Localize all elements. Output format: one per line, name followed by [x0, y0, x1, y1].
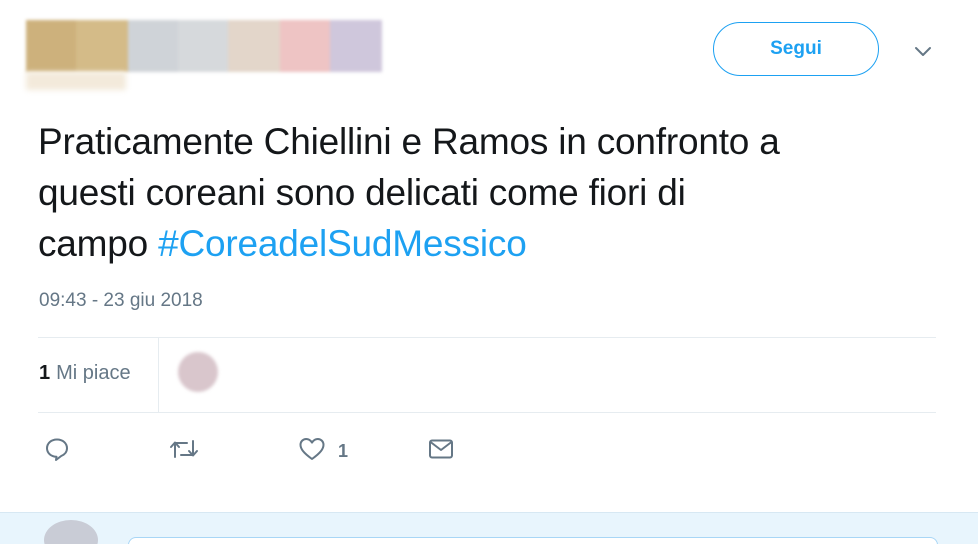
- blur-block: [26, 20, 76, 72]
- blur-block: [128, 20, 178, 72]
- tweet-text: Praticamente Chiellini e Ramos in confro…: [38, 116, 953, 269]
- tweet-text-fragment: campo: [38, 223, 159, 264]
- retweet-button[interactable]: [168, 434, 200, 468]
- blur-block: [178, 20, 228, 72]
- tweet-text-line: Praticamente Chiellini e Ramos in confro…: [38, 121, 780, 162]
- heart-icon: [298, 436, 326, 467]
- blur-block: [76, 20, 128, 72]
- reply-button[interactable]: [44, 434, 70, 468]
- tweet-page: Segui Praticamente Chiellini e Ramos in …: [0, 0, 978, 544]
- divider: [38, 337, 936, 338]
- blur-block: [228, 20, 280, 72]
- reply-icon: [44, 436, 70, 467]
- tweet-text-line: questi coreani sono delicati come fiori …: [38, 172, 686, 213]
- liker-avatar[interactable]: [178, 352, 218, 392]
- likes-stat[interactable]: 1 Mi piace: [39, 362, 131, 385]
- hashtag-link[interactable]: #CoreadelSudMessico: [158, 223, 527, 264]
- reply-input[interactable]: [128, 537, 938, 544]
- like-count: 1: [338, 440, 349, 461]
- direct-message-button[interactable]: [427, 434, 455, 468]
- tweet-text-line: campo #CoreadelSudMessico: [38, 218, 953, 269]
- likes-label: Mi piace: [56, 362, 131, 384]
- likes-count: 1: [39, 362, 51, 384]
- user-info-blurred[interactable]: [26, 20, 386, 76]
- follow-button[interactable]: Segui: [713, 22, 879, 76]
- divider: [38, 412, 936, 413]
- tweet-timestamp[interactable]: 09:43 - 23 giu 2018: [39, 290, 203, 312]
- user-handle-blurred: [26, 72, 126, 90]
- like-button[interactable]: 1: [298, 434, 348, 468]
- blur-block: [330, 20, 382, 72]
- chevron-down-icon[interactable]: [908, 40, 938, 64]
- envelope-icon: [427, 436, 455, 467]
- stat-separator: [158, 338, 159, 412]
- blur-block: [280, 20, 330, 72]
- retweet-icon: [168, 436, 200, 467]
